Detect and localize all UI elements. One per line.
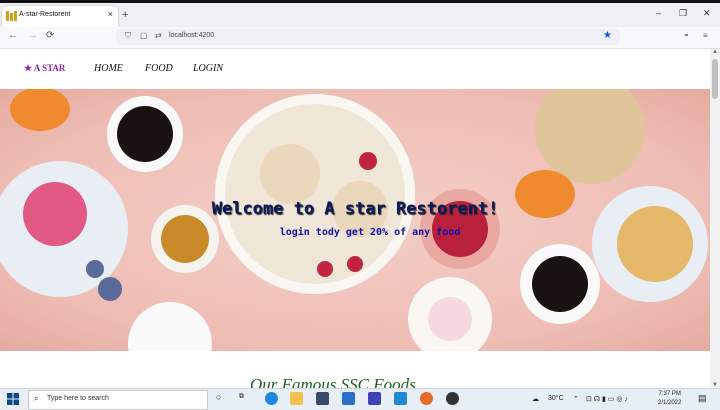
hero-title: Welcome to A star Restorent! [211,199,499,219]
pocket-icon[interactable]: ◓ [684,31,689,40]
firefox-icon[interactable] [420,392,433,405]
hero-subtitle: login tody get 20% of any food [279,227,461,238]
windows-start-icon[interactable] [7,393,19,405]
site-navbar: ★ A STAR HOME FOOD LOGIN [0,49,710,90]
file-explorer-icon[interactable] [290,392,303,405]
visual-studio-icon[interactable] [368,392,381,405]
section-title: Our Famous SSC Foods [250,375,416,388]
vscode-icon[interactable] [394,392,407,405]
url-text[interactable]: localhost:4200 [169,32,214,39]
weather-icon[interactable]: ☁ [532,395,539,403]
back-button[interactable]: ← [8,30,18,41]
permissions-icon[interactable]: ⇄ [155,31,162,40]
cortana-icon[interactable]: ○ [216,392,221,402]
brand-logo[interactable]: ★ A STAR [24,63,65,74]
nav-login[interactable]: LOGIN [193,63,223,74]
taskbar-search-box[interactable]: ⌕ Type here to search [28,390,208,410]
weather-text[interactable]: 30°C [548,395,564,402]
windows-taskbar: ⌕ Type here to search ○ ⧉ ☁ 30°C ⌃ ⊡ ☊ ▮… [0,388,720,410]
notification-icon[interactable]: ▤ [698,393,707,404]
nav-home[interactable]: HOME [94,63,123,74]
tab-a-star-restorent[interactable]: A-star-Restorent × [2,6,118,27]
page-scrollbar[interactable]: ▲ ▼ [710,49,720,388]
angular-favicon-icon [6,11,17,21]
browser-toolbar: ← → ⟳ ⛉ ▢ ⇄ localhost:4200 [0,27,720,49]
close-window-button[interactable]: ✕ [703,8,711,19]
date-text: 2/1/2022 [658,400,682,406]
chevron-up-icon[interactable]: ⌃ [573,395,579,403]
menu-icon[interactable]: ≡ [703,31,708,40]
github-icon[interactable] [446,392,459,405]
search-placeholder: Type here to search [47,395,109,402]
foods-section: Our Famous SSC Foods [0,351,710,388]
tab-title: A-star-Restorent [19,11,71,18]
scroll-up-icon[interactable]: ▲ [712,49,718,55]
shield-icon[interactable]: ⛉ [125,31,131,41]
time-text: 7:37 PM [658,391,681,397]
tray-icons[interactable]: ⊡ ☊ ▮ ▭ ◎ ♪ [586,395,628,403]
edge-icon[interactable] [265,392,278,405]
scrollbar-thumb[interactable] [712,59,718,99]
clock[interactable]: 7:37 PM 2/1/2022 [658,390,681,408]
tab-close-icon[interactable]: × [108,9,113,19]
address-bar[interactable]: ⛉ ▢ ⇄ localhost:4200 [116,29,620,45]
reload-button[interactable]: ⟳ [46,30,54,41]
store-icon[interactable] [316,392,329,405]
page-icon[interactable]: ▢ [140,31,148,40]
star-icon: ★ [24,63,33,73]
hero-food-image [0,89,708,351]
new-tab-button[interactable]: + [122,9,128,21]
forward-button[interactable]: → [28,30,38,41]
brand-label: A STAR [33,63,66,73]
nav-food[interactable]: FOOD [145,63,173,74]
hero-banner: Welcome to A star Restorent! login tody … [0,89,710,351]
bookmark-star-icon[interactable]: ★ [603,30,612,41]
tab-strip: A-star-Restorent × + – ❐ ✕ [0,3,720,27]
task-view-icon[interactable]: ⧉ [239,393,244,401]
restore-button[interactable]: ❐ [679,8,687,19]
mail-icon[interactable] [342,392,355,405]
minimize-button[interactable]: – [656,8,661,18]
search-icon: ⌕ [34,394,39,403]
